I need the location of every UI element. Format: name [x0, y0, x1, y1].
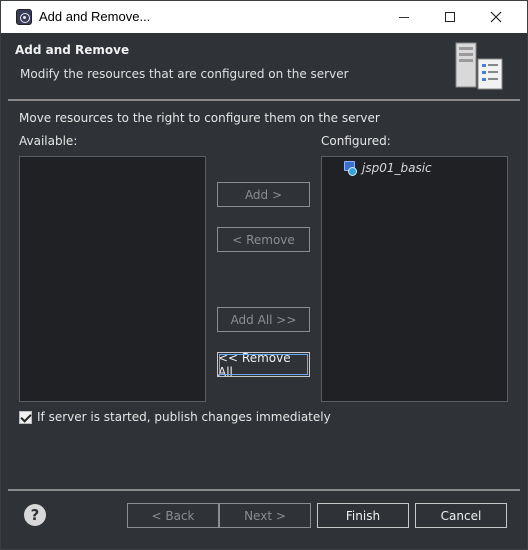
finish-button[interactable]: Finish	[317, 503, 409, 528]
add-all-button[interactable]: Add All >>	[217, 307, 310, 332]
help-icon[interactable]: ?	[24, 504, 46, 526]
add-remove-dialog: Add and Remove... Add and Remove Modify …	[0, 0, 528, 550]
dialog-footer: ? < Back Next > Finish Cancel	[8, 491, 520, 539]
publish-checkbox[interactable]	[19, 410, 32, 424]
maximize-icon	[445, 12, 455, 22]
back-button[interactable]: < Back	[127, 503, 219, 528]
remove-button[interactable]: < Remove	[217, 227, 310, 252]
next-button[interactable]: Next >	[219, 503, 311, 528]
add-button[interactable]: Add >	[217, 182, 310, 207]
configured-item-label: jsp01_basic	[362, 161, 432, 175]
eclipse-app-icon	[16, 9, 32, 25]
server-config-icon	[455, 42, 503, 90]
instruction-text: Move resources to the right to configure…	[19, 111, 380, 125]
publish-checkbox-label: If server is started, publish changes im…	[37, 410, 331, 424]
window-title: Add and Remove...	[39, 9, 151, 24]
configured-item-jsp01-basic[interactable]: jsp01_basic	[342, 159, 432, 177]
cancel-button[interactable]: Cancel	[415, 503, 507, 528]
remove-all-button[interactable]: << Remove All	[217, 351, 310, 379]
minimize-icon	[399, 16, 409, 18]
dialog-banner: Add and Remove Modify the resources that…	[8, 33, 520, 99]
configured-label: Configured:	[321, 134, 391, 148]
close-icon	[490, 11, 502, 23]
dialog-content: Move resources to the right to configure…	[8, 101, 520, 489]
title-bar: Add and Remove...	[1, 1, 527, 33]
maximize-button[interactable]	[427, 1, 473, 33]
banner-description: Modify the resources that are configured…	[20, 67, 349, 81]
close-button[interactable]	[473, 1, 519, 33]
available-label: Available:	[19, 134, 78, 148]
configured-list[interactable]: jsp01_basic	[321, 156, 508, 402]
web-project-icon	[342, 160, 358, 176]
minimize-button[interactable]	[381, 1, 427, 33]
publish-checkbox-row[interactable]: If server is started, publish changes im…	[19, 410, 331, 424]
available-list[interactable]	[19, 156, 206, 402]
banner-title: Add and Remove	[15, 43, 130, 57]
